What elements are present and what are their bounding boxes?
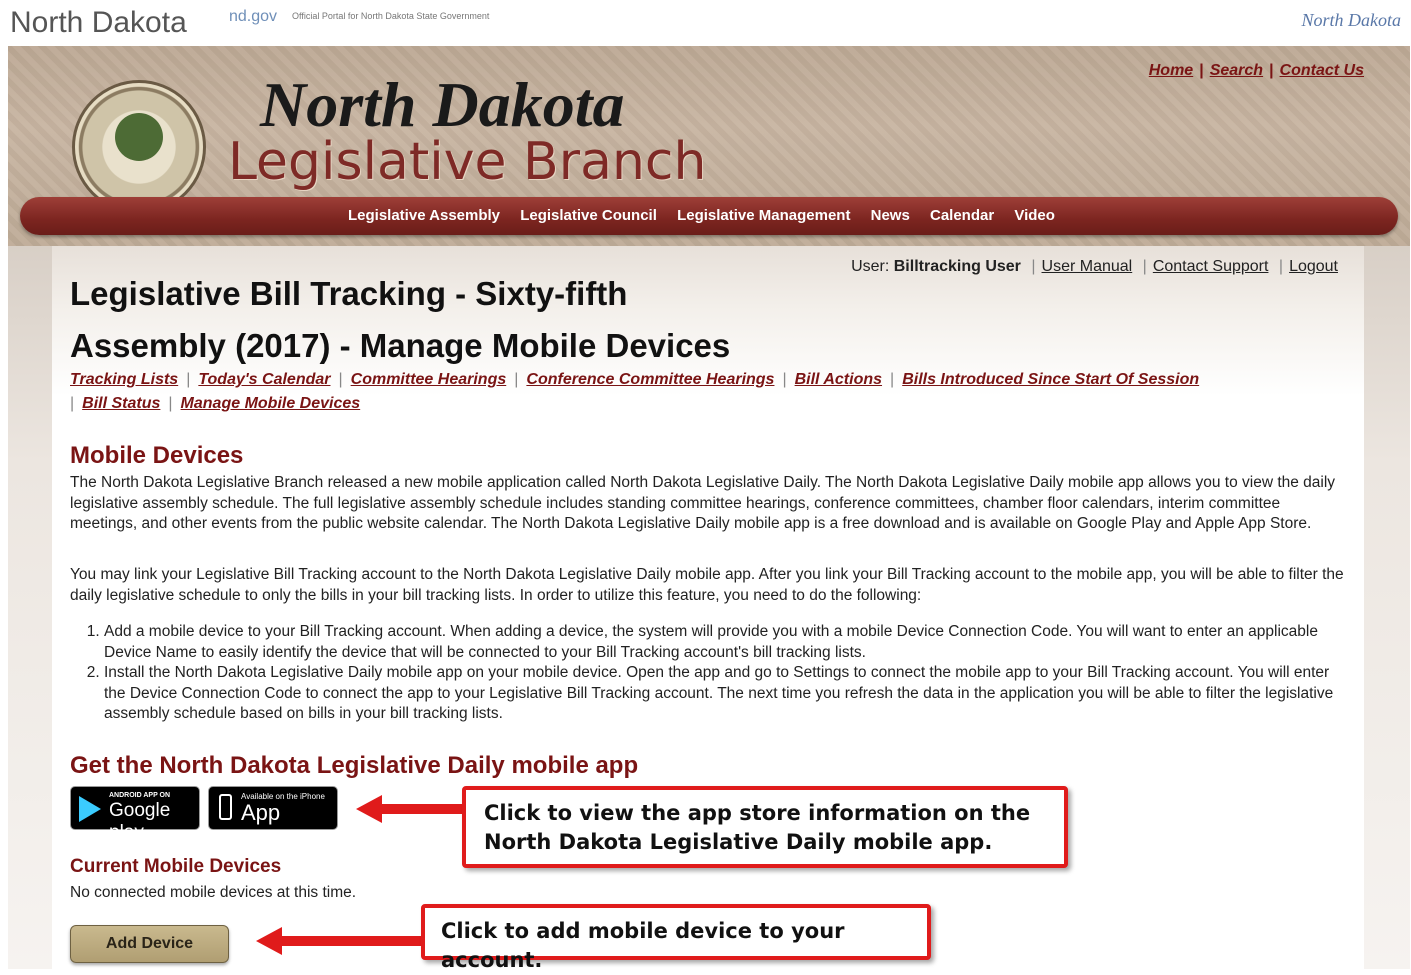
conference-committee-hearings-link[interactable]: Conference Committee Hearings: [526, 371, 774, 388]
header-top-links: Home | Search | Contact Us: [1149, 62, 1364, 80]
separator: |: [70, 395, 75, 412]
ndgov-logo[interactable]: nd.gov: [229, 8, 277, 26]
background-left: [8, 246, 52, 969]
setup-step: Add a mobile device to your Bill Trackin…: [104, 622, 1354, 663]
portal-name[interactable]: North Dakota: [10, 6, 187, 40]
header-title-legislative-branch: Legislative Branch: [228, 132, 707, 192]
north-dakota-logo[interactable]: North Dakota: [1301, 10, 1401, 31]
nav-calendar[interactable]: Calendar: [930, 207, 994, 224]
main-nav: Legislative Assembly Legislative Council…: [348, 207, 1071, 224]
nav-legislative-management[interactable]: Legislative Management: [677, 207, 850, 224]
header-title-north-dakota: North Dakota: [260, 69, 625, 140]
bill-tracking-nav: Tracking Lists | Today's Calendar | Committe…: [70, 368, 1330, 416]
contact-support-link[interactable]: Contact Support: [1153, 258, 1269, 275]
separator: |: [1269, 62, 1274, 79]
portal-bar: North Dakota nd.gov Official Portal for …: [0, 0, 1411, 46]
great-seal-icon: [72, 80, 206, 214]
separator: |: [890, 371, 895, 388]
mobile-devices-link-info: You may link your Legislative Bill Track…: [70, 566, 1344, 604]
bill-actions-link[interactable]: Bill Actions: [795, 371, 882, 388]
google-play-small-text: ANDROID APP ON: [109, 792, 171, 799]
arrow-left-icon: [256, 927, 424, 955]
main-nav-bar: Legislative Assembly Legislative Council…: [20, 197, 1398, 235]
todays-calendar-link[interactable]: Today's Calendar: [198, 371, 330, 388]
bills-introduced-link[interactable]: Bills Introduced Since Start Of Session: [902, 371, 1199, 388]
seal-tree-icon: [115, 113, 163, 161]
separator: |: [186, 371, 191, 388]
separator: |: [1031, 258, 1036, 275]
background-right: [1364, 246, 1410, 969]
add-device-button[interactable]: Add Device: [70, 925, 229, 963]
nav-legislative-council[interactable]: Legislative Council: [520, 207, 657, 224]
mobile-devices-heading: Mobile Devices: [70, 442, 244, 469]
add-device-callout: Click to add mobile device to your accou…: [421, 904, 931, 972]
nav-legislative-assembly[interactable]: Legislative Assembly: [348, 207, 500, 224]
nav-news[interactable]: News: [871, 207, 910, 224]
tracking-lists-link[interactable]: Tracking Lists: [70, 371, 178, 388]
separator: |: [1278, 258, 1284, 275]
google-play-button[interactable]: ANDROID APP ON Google play: [70, 786, 200, 843]
separator: |: [514, 371, 519, 388]
mobile-devices-intro: The North Dakota Legislative Branch rele…: [70, 474, 1336, 532]
google-play-label: Google play: [109, 800, 171, 843]
home-link[interactable]: Home: [1149, 62, 1193, 79]
search-link[interactable]: Search: [1210, 62, 1263, 79]
iphone-icon: [219, 794, 232, 820]
user-label: User:: [851, 258, 890, 275]
portal-description: Official Portal for North Dakota State G…: [292, 11, 490, 21]
arrow-left-icon: [356, 795, 464, 823]
setup-steps: Add a mobile device to your Bill Trackin…: [70, 622, 1354, 725]
bill-status-link[interactable]: Bill Status: [82, 395, 160, 412]
manage-mobile-devices-link[interactable]: Manage Mobile Devices: [181, 395, 361, 412]
page-title: Legislative Bill Tracking - Sixty-fifth …: [70, 275, 731, 364]
user-bar: User: Billtracking User | User Manual | Co…: [851, 258, 1338, 276]
google-play-icon: [79, 796, 101, 822]
separator: |: [168, 395, 173, 412]
current-devices-heading: Current Mobile Devices: [70, 856, 282, 877]
app-store-button[interactable]: Available on the iPhone App Store: [208, 786, 338, 851]
separator: |: [1142, 258, 1147, 275]
no-devices-text: No connected mobile devices at this time…: [70, 884, 357, 901]
site-header: North Dakota Legislative Branch Home | Sea…: [8, 46, 1410, 246]
user-name: Billtracking User: [893, 258, 1021, 275]
user-manual-link[interactable]: User Manual: [1042, 258, 1133, 275]
setup-step: Install the North Dakota Legislative Dai…: [104, 663, 1354, 725]
separator: |: [1199, 62, 1204, 79]
app-store-label: App Store: [241, 800, 294, 851]
committee-hearings-link[interactable]: Committee Hearings: [351, 371, 507, 388]
app-store-callout: Click to view the app store information …: [462, 786, 1068, 868]
separator: |: [338, 371, 343, 388]
logout-link[interactable]: Logout: [1289, 258, 1338, 275]
nav-video[interactable]: Video: [1014, 207, 1055, 224]
get-app-heading: Get the North Dakota Legislative Daily m…: [70, 752, 639, 779]
contact-us-link[interactable]: Contact Us: [1280, 62, 1364, 79]
separator: |: [782, 371, 787, 388]
